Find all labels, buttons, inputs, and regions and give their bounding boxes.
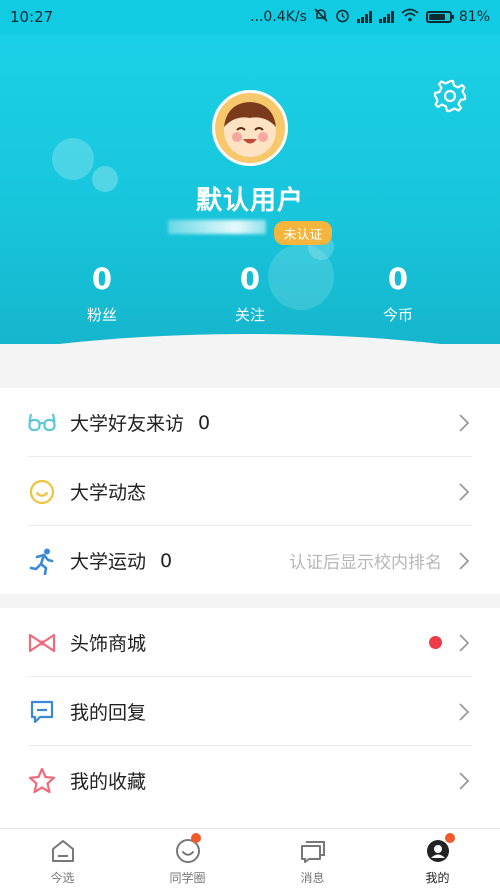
status-icons: ...0.4K/s 81%: [250, 8, 490, 27]
nav-tab-me[interactable]: 我的: [375, 829, 500, 889]
certification-badge[interactable]: 未认证: [274, 221, 332, 245]
menu-section-2: 头饰商城 我的回复 我的收藏: [0, 608, 500, 828]
smile-icon: [28, 478, 56, 506]
stat-followers[interactable]: 0 粉丝: [42, 262, 162, 325]
message-icon: [298, 837, 328, 865]
profile-header: 默认用户 未认证 0 粉丝 0 关注 0 今币: [0, 34, 500, 344]
alarm-icon: [335, 8, 350, 27]
username: 默认用户: [195, 186, 304, 216]
star-icon: [28, 767, 56, 795]
menu-row-campus-news[interactable]: 大学动态: [0, 457, 500, 526]
mute-icon: [314, 8, 328, 26]
settings-gear-icon[interactable]: [432, 78, 468, 114]
menu-title: 我的收藏: [70, 771, 147, 793]
chevron-right-icon: [459, 482, 470, 501]
nav-label: 今选: [50, 871, 75, 885]
stat-following[interactable]: 0 关注: [190, 262, 310, 325]
notification-dot: [429, 636, 442, 649]
reply-icon: [28, 698, 56, 726]
chevron-right-icon: [459, 702, 470, 721]
menu-title: 大学动态: [70, 482, 147, 504]
menu-title: 大学运动: [70, 551, 147, 573]
menu-title: 头饰商城: [70, 633, 147, 655]
stat-label: 今币: [382, 306, 413, 324]
chevron-right-icon: [459, 633, 470, 652]
decor-bubble: [52, 138, 94, 180]
menu-row-my-replies[interactable]: 我的回复: [0, 677, 500, 746]
menu-row-headwear-store[interactable]: 头饰商城: [0, 608, 500, 677]
menu-row-friend-visits[interactable]: 大学好友来访 0: [0, 388, 500, 457]
menu-hint: 认证后显示校内排名: [289, 553, 442, 573]
stat-value: 0: [91, 262, 113, 296]
blurred-user-id: [168, 220, 266, 234]
bow-icon: [28, 629, 56, 657]
menu-section-1: 大学好友来访 0 大学动态 大学运动 0 认证后显示校内排名: [0, 388, 500, 594]
status-time: 10:27: [10, 8, 54, 26]
chevron-right-icon: [459, 551, 470, 570]
nav-label: 我的: [425, 871, 450, 885]
status-bar: 10:27 ...0.4K/s 81%: [0, 0, 500, 34]
running-icon: [28, 547, 56, 575]
signal-icon: [356, 11, 372, 23]
nav-label: 同学圈: [169, 871, 206, 885]
chevron-right-icon: [459, 413, 470, 432]
battery-percent: 81%: [458, 9, 490, 25]
menu-row-my-favorites[interactable]: 我的收藏: [0, 746, 500, 815]
menu-count: 0: [160, 549, 173, 572]
stat-coins[interactable]: 0 今币: [338, 262, 458, 325]
stat-label: 关注: [234, 306, 265, 324]
nav-tab-messages[interactable]: 消息: [250, 829, 375, 889]
nav-label: 消息: [300, 871, 325, 885]
wifi-icon: [401, 8, 419, 26]
glasses-icon: [28, 409, 56, 437]
battery-icon: [425, 11, 454, 23]
network-speed: ...0.4K/s: [250, 9, 307, 25]
signal-icon-2: [378, 11, 394, 23]
chevron-right-icon: [459, 771, 470, 790]
stat-label: 粉丝: [86, 306, 117, 324]
nav-tab-today[interactable]: 今选: [0, 829, 125, 889]
menu-count: 0: [198, 411, 211, 434]
menu-row-campus-sports[interactable]: 大学运动 0 认证后显示校内排名: [0, 526, 500, 595]
stat-value: 0: [387, 262, 409, 296]
nav-notification-dot: [191, 833, 201, 843]
avatar[interactable]: [212, 90, 288, 166]
avatar-face-icon: [224, 102, 276, 157]
nav-notification-dot: [445, 833, 455, 843]
stat-value: 0: [239, 262, 261, 296]
home-icon: [48, 837, 78, 865]
menu-title: 大学好友来访: [70, 413, 185, 435]
nav-tab-classmates[interactable]: 同学圈: [125, 829, 250, 889]
bottom-nav: 今选 同学圈 消息 我的: [0, 828, 500, 889]
menu-title: 我的回复: [70, 702, 147, 724]
